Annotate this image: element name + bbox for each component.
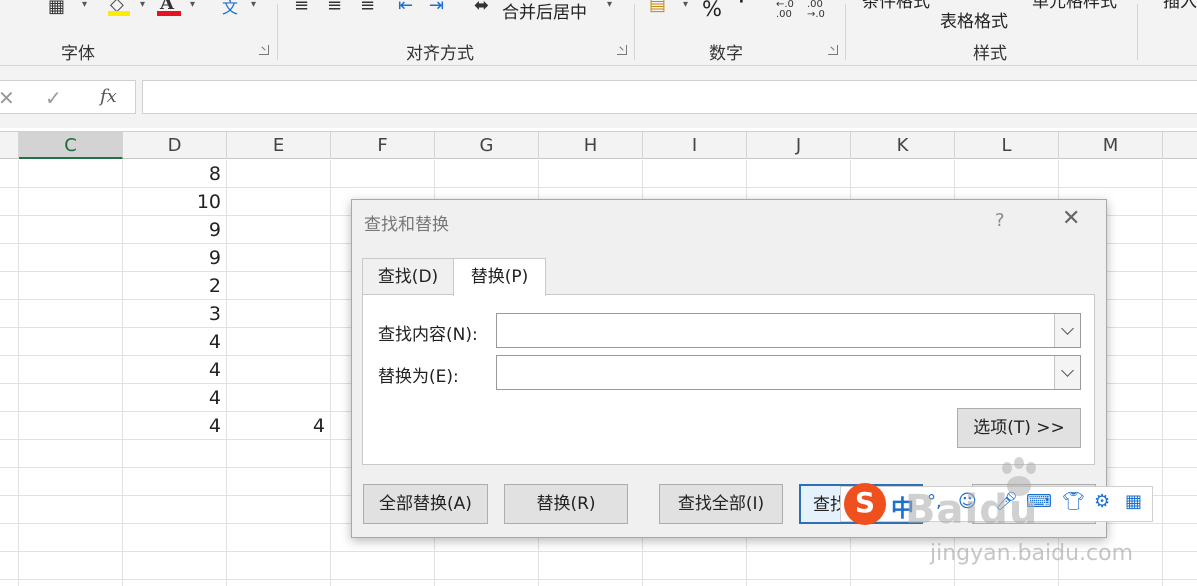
cell-d10[interactable]: 4 (123, 412, 221, 440)
dialog-title: 查找和替换 (364, 215, 449, 235)
formula-bar-row: ✕ ✓ fx (0, 66, 1197, 128)
column-header-d[interactable]: D (123, 132, 227, 159)
cell-d4[interactable]: 9 (123, 244, 221, 272)
percent-style-button[interactable]: % (702, 0, 722, 21)
watermark-logo: Baidu (905, 487, 1039, 533)
font-group: ▦ ▾ ◇ ▾ A ▾ 文 ▾ 字体 (0, 0, 276, 66)
cell-d3[interactable]: 9 (123, 216, 221, 244)
cell-d8[interactable]: 4 (123, 356, 221, 384)
format-as-table-button[interactable]: 表格格式 (940, 7, 1008, 32)
column-header-h[interactable]: H (539, 132, 643, 159)
number-dialog-launcher-icon[interactable] (828, 45, 839, 56)
tab-find[interactable]: 查找(D) (362, 258, 454, 295)
increase-indent-icon[interactable]: ⇥ (429, 0, 444, 15)
cancel-icon[interactable]: ✕ (0, 86, 15, 110)
column-header-m[interactable]: M (1059, 132, 1163, 159)
column-header-e[interactable]: E (227, 132, 331, 159)
number-group-label: 数字 (709, 44, 743, 64)
styles-group-label: 样式 (973, 44, 1007, 64)
chevron-down-icon[interactable]: ▾ (190, 0, 195, 10)
phonetic-guide-icon[interactable]: 文 (222, 0, 238, 17)
conditional-formatting-button[interactable]: 条件格式 (862, 0, 930, 12)
decrease-decimal-icon[interactable]: .00 →.0 (807, 0, 825, 20)
chevron-down-icon[interactable]: ▾ (683, 0, 688, 10)
group-divider (1137, 4, 1138, 60)
gridline (0, 579, 1197, 580)
column-header-f[interactable]: F (331, 132, 435, 159)
ime-grid-icon[interactable]: ▦ (1125, 491, 1142, 512)
font-color-swatch (157, 11, 181, 16)
replace-with-label: 替换为(E): (378, 367, 459, 387)
enter-icon[interactable]: ✓ (45, 86, 62, 110)
align-center-icon[interactable]: ≡ (327, 0, 342, 15)
replace-button[interactable]: 替换(R) (504, 484, 628, 524)
chevron-down-icon[interactable] (1054, 356, 1080, 389)
cell-e10[interactable]: 4 (227, 412, 325, 440)
cell-d7[interactable]: 4 (123, 328, 221, 356)
insert-cells-button[interactable]: 插入 (1163, 0, 1197, 12)
replace-tab-panel: 查找内容(N): 替换为(E): 选项(T) >> (362, 294, 1095, 465)
chevron-down-icon[interactable]: ▾ (82, 0, 87, 10)
replace-all-button[interactable]: 全部替换(A) (363, 484, 488, 524)
formula-input[interactable] (142, 80, 1197, 114)
increase-decimal-icon[interactable]: ←.0.00 (776, 0, 794, 20)
column-header-partial[interactable] (0, 132, 19, 159)
find-all-button[interactable]: 查找全部(I) (659, 484, 783, 524)
cell-d2[interactable]: 10 (123, 188, 221, 216)
cell-d6[interactable]: 3 (123, 300, 221, 328)
accounting-format-icon[interactable]: ▤ (649, 0, 666, 14)
column-header-row: CDEFGHIJKLM (0, 131, 1197, 159)
styles-group: 条件格式 表格格式 单元格样式 样式 (846, 0, 1137, 66)
cell-d5[interactable]: 2 (123, 272, 221, 300)
column-header-j[interactable]: J (747, 132, 851, 159)
cell-styles-button[interactable]: 单元格样式 (1032, 0, 1117, 12)
merge-center-button[interactable]: 合并后居中 (502, 0, 587, 23)
alignment-dialog-launcher-icon[interactable] (617, 45, 628, 56)
insert-function-icon[interactable]: fx (100, 86, 117, 107)
watermark-url: jingyan.baidu.com (930, 541, 1134, 566)
ime-logo-icon[interactable]: S (844, 483, 886, 525)
align-right-icon[interactable]: ≡ (360, 0, 375, 15)
column-header-l[interactable]: L (955, 132, 1059, 159)
number-group: ▤ ▾ % ' ←.0.00 .00 →.0 数字 (635, 0, 845, 66)
decrease-indent-icon[interactable]: ⇤ (398, 0, 413, 15)
options-button[interactable]: 选项(T) >> (957, 408, 1081, 448)
chevron-down-icon[interactable] (1054, 314, 1080, 347)
align-left-icon[interactable]: ≡ (294, 0, 309, 15)
column-header-g[interactable]: G (435, 132, 539, 159)
alignment-group: ≡ ≡ ≡ ⇤ ⇥ ⬌ 合并后居中 ▾ 对齐方式 (278, 0, 634, 66)
alignment-group-label: 对齐方式 (406, 44, 474, 64)
find-what-label: 查找内容(N): (378, 325, 478, 345)
comma-style-button[interactable]: ' (738, 0, 745, 19)
font-group-label: 字体 (61, 44, 95, 64)
column-header-i[interactable]: I (643, 132, 747, 159)
column-header-k[interactable]: K (851, 132, 955, 159)
chevron-down-icon[interactable]: ▾ (251, 0, 256, 10)
ime-skin-icon[interactable]: 👕︎ (1062, 491, 1085, 512)
cell-d1[interactable]: 8 (123, 160, 221, 188)
formula-controls: ✕ ✓ fx (0, 80, 136, 114)
font-dialog-launcher-icon[interactable] (259, 45, 270, 56)
ime-tools-icon[interactable]: ⚙ (1094, 491, 1110, 512)
replace-with-combobox[interactable] (496, 355, 1081, 390)
fill-color-swatch (108, 11, 130, 16)
tab-replace[interactable]: 替换(P) (453, 258, 546, 296)
find-what-combobox[interactable] (496, 313, 1081, 348)
cell-d9[interactable]: 4 (123, 384, 221, 412)
close-icon[interactable]: ✕ (1062, 206, 1080, 231)
borders-icon[interactable]: ▦ (48, 0, 65, 16)
merge-center-icon[interactable]: ⬌ (474, 0, 489, 15)
chevron-down-icon[interactable]: ▾ (607, 0, 612, 10)
help-icon[interactable]: ? (995, 210, 1005, 231)
chevron-down-icon[interactable]: ▾ (140, 0, 145, 10)
column-header-c[interactable]: C (19, 132, 123, 159)
ribbon: ▦ ▾ ◇ ▾ A ▾ 文 ▾ 字体 ≡ ≡ ≡ ⇤ ⇥ ⬌ 合并后居中 ▾ 对… (0, 0, 1197, 66)
